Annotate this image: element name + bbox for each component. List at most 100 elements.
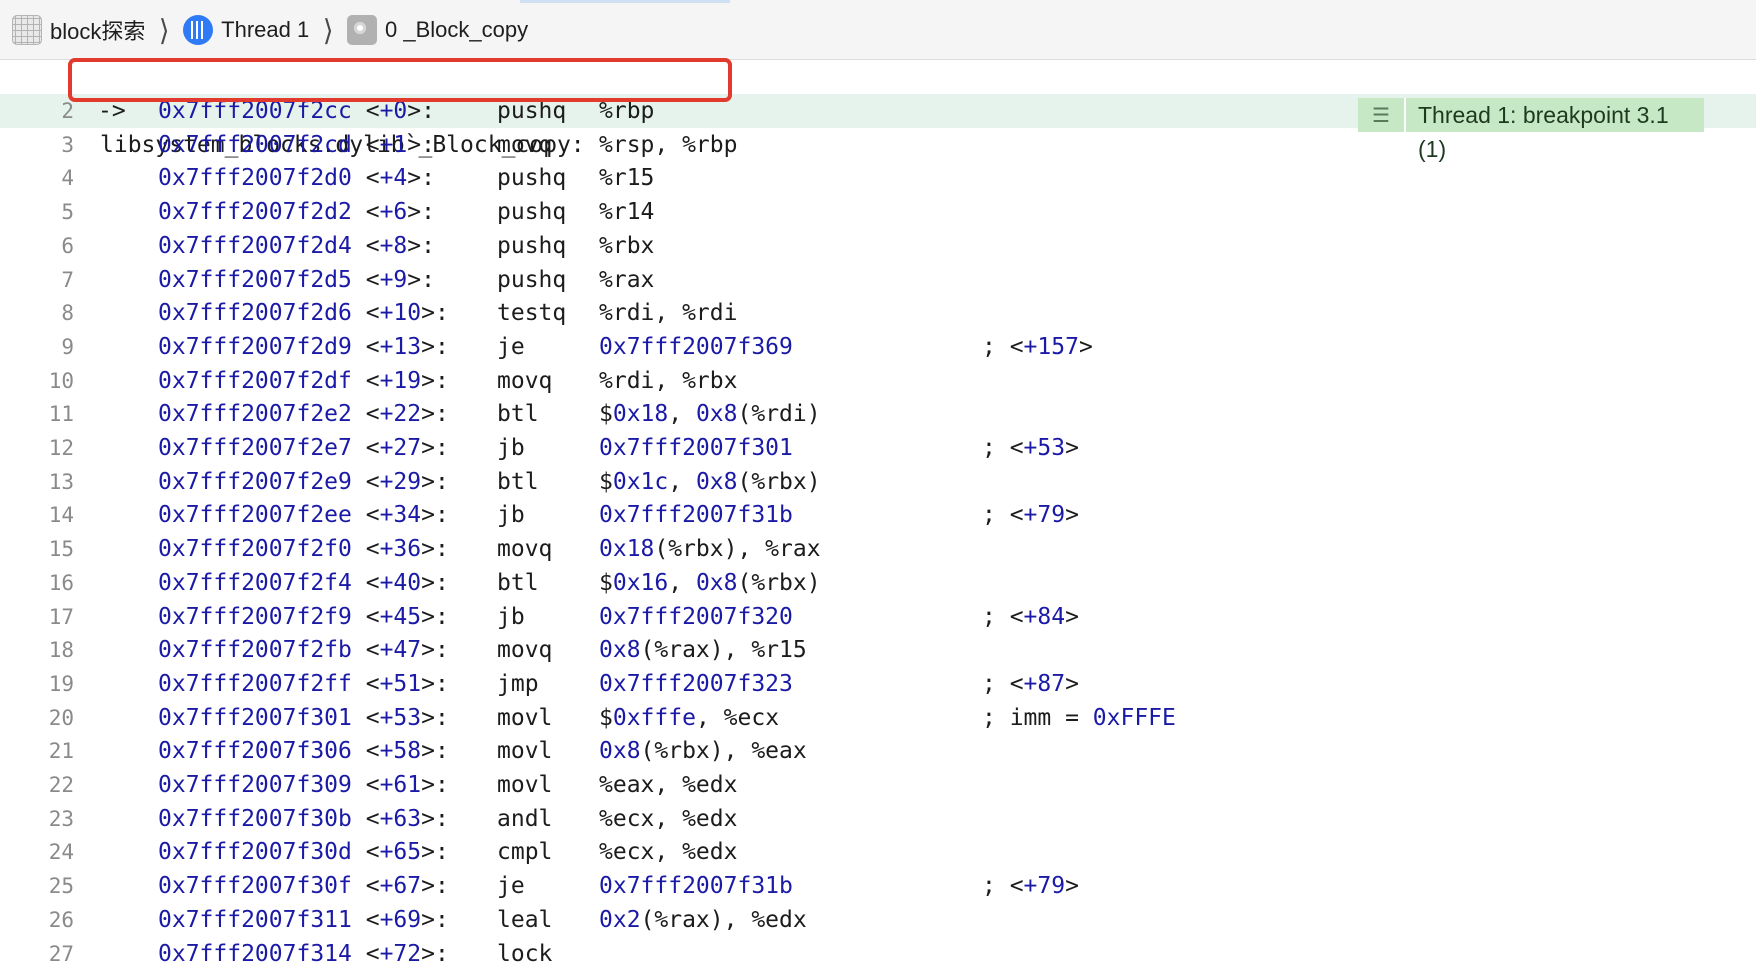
opcode: movl	[497, 704, 553, 731]
opcode: je	[497, 333, 525, 360]
instruction-line[interactable]: 6 0x7fff2007f2d4 <+8>: pushq %rbx	[0, 229, 1756, 263]
instruction-line[interactable]: 22 0x7fff2007f309 <+61>: movl %eax, %edx	[0, 768, 1756, 802]
instruction-line[interactable]: 15 0x7fff2007f2f0 <+36>: movq 0x18(%rbx), %…	[0, 532, 1756, 566]
disassembly-editor[interactable]: 1 libsystem_blocks.dylib`_Block_copy: 2-…	[0, 60, 1756, 974]
instruction-line[interactable]: 20 0x7fff2007f301 <+53>: movl $0xfffe, %ecx…	[0, 701, 1756, 735]
instruction-line[interactable]: 16 0x7fff2007f2f4 <+40>: btl $0x16, 0x8(%rb…	[0, 566, 1756, 600]
line-number: 14	[48, 503, 74, 528]
instruction-line[interactable]: 14 0x7fff2007f2ee <+34>: jb 0x7fff2007f31b;…	[0, 498, 1756, 532]
line-number: 20	[48, 705, 74, 730]
offset-value: +9	[379, 266, 408, 293]
opcode: btl	[497, 569, 539, 596]
operands: %r15	[599, 165, 655, 192]
instruction-comment: ; <+79>	[982, 502, 1079, 529]
line-number: 23	[48, 806, 74, 831]
instruction-comment: ; <+84>	[982, 603, 1079, 630]
instruction-line[interactable]: 27 0x7fff2007f314 <+72>: lock	[0, 937, 1756, 971]
hex-literal: 0x7fff2007f301	[599, 435, 793, 461]
operands: %ecx, %edx	[599, 805, 738, 832]
opcode: movl	[497, 738, 553, 765]
offset-value: +87	[1023, 670, 1066, 697]
instruction-line[interactable]: 4 0x7fff2007f2d0 <+4>: pushq %r15	[0, 161, 1756, 195]
instruction-line[interactable]: 17 0x7fff2007f2f9 <+45>: jb 0x7fff2007f320;…	[0, 600, 1756, 634]
instruction-line[interactable]: 10 0x7fff2007f2df <+19>: movq %rdi, %rbx	[0, 364, 1756, 398]
hex-literal: 0x8	[599, 637, 641, 664]
opcode: jb	[497, 435, 525, 461]
line-number: 8	[61, 301, 74, 326]
instruction-address: 0x7fff2007f2d4 <+8>:	[158, 232, 435, 259]
address-value: 0x7fff2007f2d9	[158, 333, 352, 360]
instruction-line[interactable]: 18 0x7fff2007f2fb <+47>: movq 0x8(%rax), %r…	[0, 633, 1756, 667]
instruction-line[interactable]: 7 0x7fff2007f2d5 <+9>: pushq %rax	[0, 263, 1756, 297]
opcode: movl	[497, 772, 553, 798]
opcode: movq	[497, 536, 553, 563]
instruction-line[interactable]: 3 0x7fff2007f2cd <+1>: movq %rsp, %rbp	[0, 128, 1756, 162]
address-value: 0x7fff2007f2cd	[158, 131, 352, 158]
instruction-line[interactable]: 25 0x7fff2007f30f <+67>: je 0x7fff2007f31b;…	[0, 869, 1756, 903]
line-number: 26	[48, 907, 74, 932]
offset-value: +34	[379, 502, 422, 529]
hex-literal: 0x2	[599, 906, 641, 933]
operands: %eax, %edx	[599, 772, 738, 798]
instruction-line[interactable]: 23 0x7fff2007f30b <+63>: andl %ecx, %edx	[0, 802, 1756, 836]
address-value: 0x7fff2007f30d	[158, 839, 352, 866]
offset-value: +69	[379, 906, 422, 933]
instruction-line[interactable]: 26 0x7fff2007f311 <+69>: leal 0x2(%rax), %e…	[0, 903, 1756, 937]
line-number: 6	[61, 233, 74, 258]
operands: $0x1c, 0x8(%rbx)	[599, 468, 821, 495]
breadcrumb-item-project[interactable]: block探索	[12, 12, 145, 48]
line-number: 5	[61, 200, 74, 225]
breakpoint-badge[interactable]: ☰ Thread 1: breakpoint 3.1 (1)	[1358, 98, 1704, 162]
instruction-address: 0x7fff2007f2fb <+47>:	[158, 637, 449, 664]
symbol-header-line[interactable]: 1 libsystem_blocks.dylib`_Block_copy:	[0, 60, 1756, 158]
instruction-address: 0x7fff2007f30d <+65>:	[158, 839, 449, 866]
offset-value: +67	[379, 873, 422, 900]
line-number: 4	[61, 166, 74, 191]
opcode: lock	[497, 940, 553, 967]
opcode: jb	[497, 502, 525, 529]
line-number: 17	[48, 604, 74, 629]
instruction-address: 0x7fff2007f2f9 <+45>:	[158, 603, 449, 630]
operands: 0x7fff2007f301	[599, 431, 793, 465]
line-number: 18	[48, 638, 74, 663]
line-number: 21	[48, 739, 74, 764]
instruction-line[interactable]: 8 0x7fff2007f2d6 <+10>: testq %rdi, %rdi	[0, 296, 1756, 330]
offset-value: +72	[379, 940, 422, 967]
operands: $0x18, 0x8(%rdi)	[599, 401, 821, 428]
line-number: 16	[48, 570, 74, 595]
address-value: 0x7fff2007f2f0	[158, 536, 352, 563]
instruction-line[interactable]: 11 0x7fff2007f2e2 <+22>: btl $0x18, 0x8(%rd…	[0, 397, 1756, 431]
opcode: cmpl	[497, 839, 553, 866]
hex-literal: 0x8	[695, 569, 738, 596]
offset-value: +19	[379, 367, 422, 394]
instruction-comment: ; <+79>	[982, 873, 1079, 900]
instruction-address: 0x7fff2007f30f <+67>:	[158, 873, 449, 900]
instruction-line[interactable]: 21 0x7fff2007f306 <+58>: movl 0x8(%rbx), %e…	[0, 734, 1756, 768]
offset-value: +79	[1023, 873, 1066, 900]
address-value: 0x7fff2007f2e9	[158, 468, 352, 495]
instruction-line[interactable]: 12 0x7fff2007f2e7 <+27>: jb 0x7fff2007f301;…	[0, 431, 1756, 465]
breadcrumb-item-frame[interactable]: 0 _Block_copy	[347, 12, 528, 48]
instruction-address: 0x7fff2007f30b <+63>:	[158, 805, 449, 832]
instruction-line[interactable]: 24 0x7fff2007f30d <+65>: cmpl %ecx, %edx	[0, 835, 1756, 869]
hex-literal: 0x7fff2007f320	[599, 603, 793, 630]
offset-value: +53	[1023, 435, 1066, 461]
instruction-line[interactable]: 13 0x7fff2007f2e9 <+29>: btl $0x1c, 0x8(%rb…	[0, 465, 1756, 499]
opcode: pushq	[497, 232, 567, 259]
line-number: 13	[48, 469, 74, 494]
instruction-line[interactable]: 5 0x7fff2007f2d2 <+6>: pushq %r14	[0, 195, 1756, 229]
address-value: 0x7fff2007f2df	[158, 367, 352, 394]
instruction-address: 0x7fff2007f314 <+72>:	[158, 940, 449, 967]
instruction-line[interactable]: 9 0x7fff2007f2d9 <+13>: je 0x7fff2007f369 ; …	[0, 330, 1756, 364]
instruction-address: 0x7fff2007f2f4 <+40>:	[158, 569, 449, 596]
operands: %rdi, %rbx	[599, 367, 738, 394]
operands: %rdi, %rdi	[599, 300, 738, 327]
instruction-line[interactable]: 19 0x7fff2007f2ff <+51>: jmp 0x7fff2007f323…	[0, 667, 1756, 701]
breadcrumb-item-thread[interactable]: Thread 1	[183, 12, 309, 48]
address-value: 0x7fff2007f2ff	[158, 670, 352, 697]
line-number: 15	[48, 537, 74, 562]
chevron-right-icon: ❭	[321, 14, 335, 45]
instruction-comment: ; <+53>	[982, 435, 1079, 461]
menu-lines-icon[interactable]: ☰	[1358, 98, 1406, 132]
instruction-address: 0x7fff2007f2ff <+51>:	[158, 670, 449, 697]
